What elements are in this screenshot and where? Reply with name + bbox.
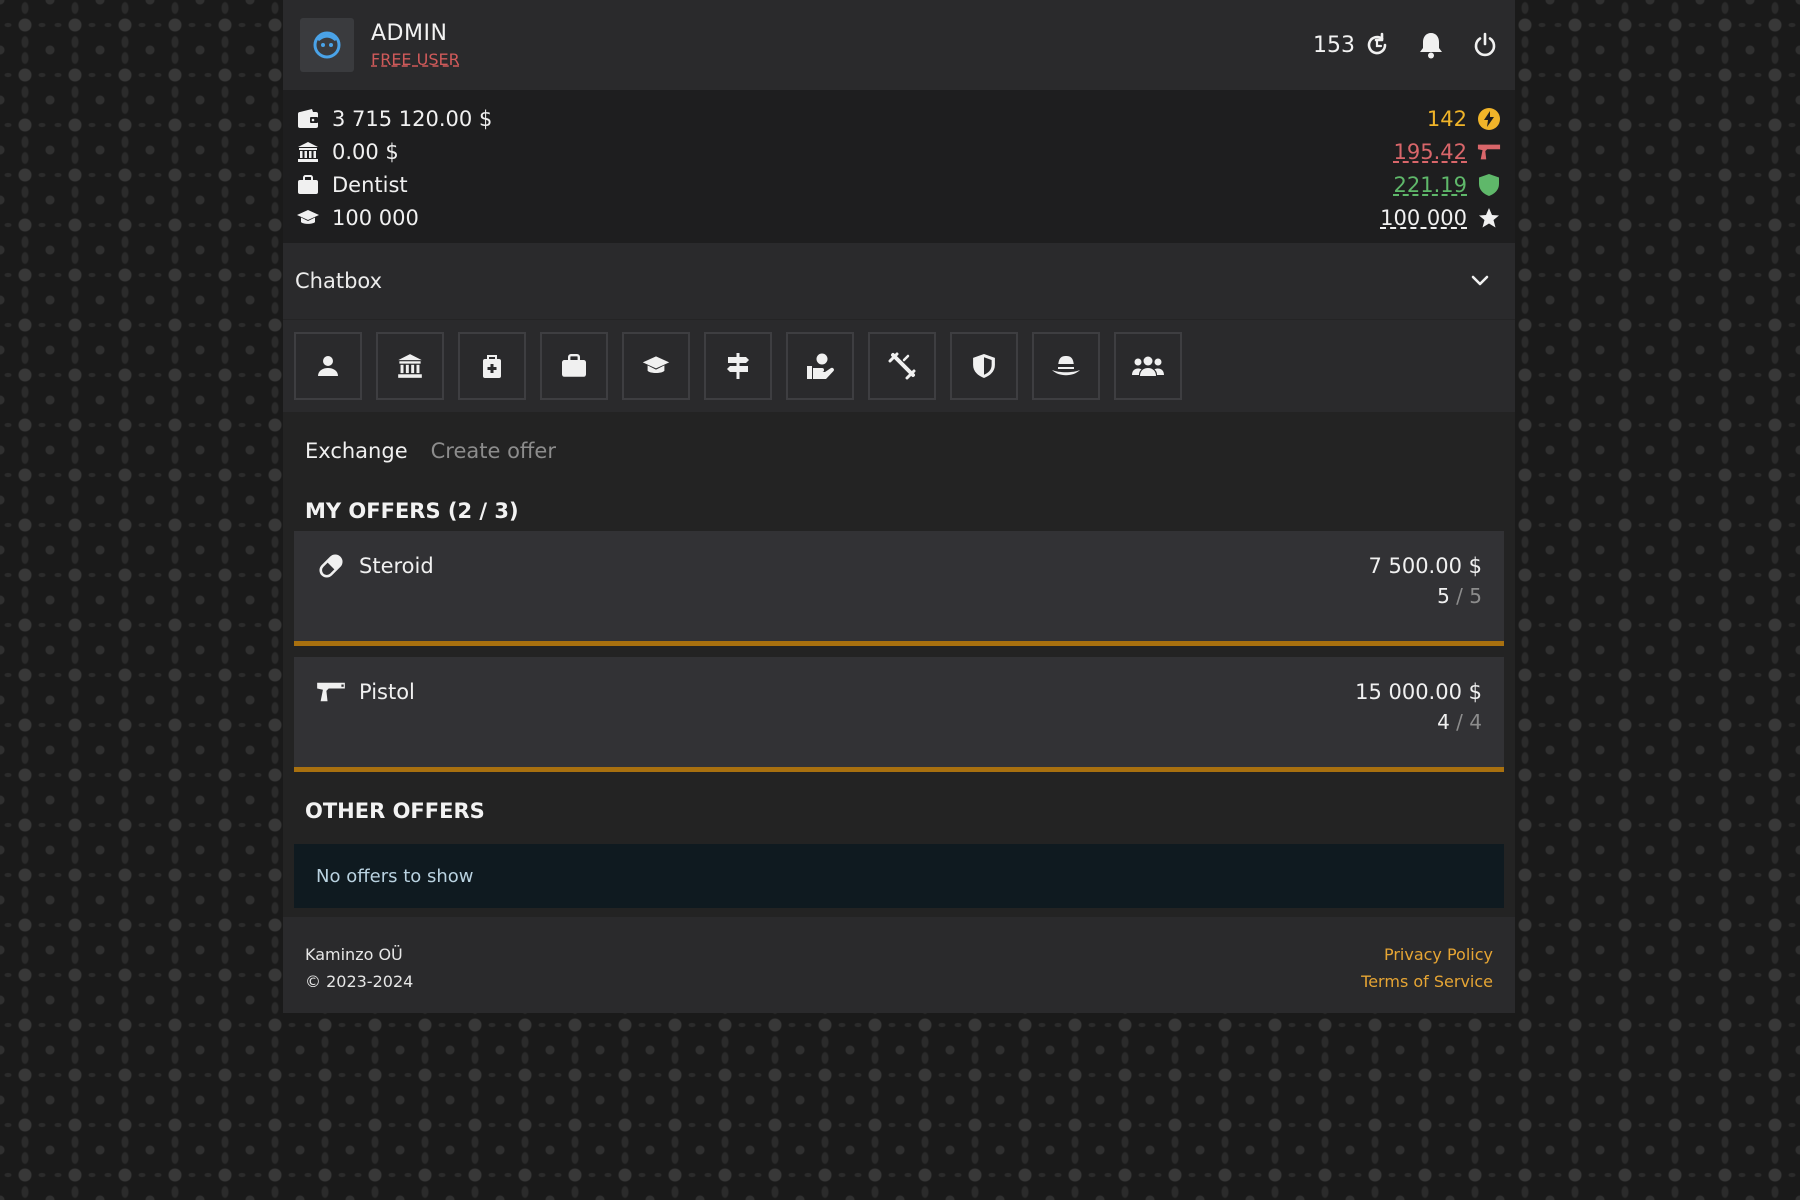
quantity-remaining: 5: [1437, 584, 1450, 608]
shield-icon: [1477, 173, 1501, 197]
lightning-icon: [1477, 107, 1501, 131]
offer-name: Pistol: [359, 680, 415, 704]
bank-amount: 0.00 $: [332, 139, 399, 164]
offer-item: Steroid: [316, 551, 434, 641]
bank-icon: [296, 140, 320, 164]
offer-details: 7 500.00 $ 5 / 5: [1368, 551, 1482, 641]
offer-row[interactable]: Pistol 15 000.00 $ 4 / 4: [294, 657, 1504, 772]
refresh-icon[interactable]: [1363, 31, 1391, 59]
quantity-remaining: 4: [1437, 710, 1450, 734]
tab-create-offer[interactable]: Create offer: [431, 439, 556, 463]
nav-gym-button[interactable]: [868, 332, 936, 400]
terms-of-service-link[interactable]: Terms of Service: [1361, 972, 1493, 991]
topbar-actions: 153: [1313, 31, 1499, 59]
stats-left: 3 715 120.00 $ 0.00 $ Dentist 100 000: [296, 102, 492, 243]
quantity-separator: /: [1456, 710, 1463, 734]
offer-row[interactable]: Steroid 7 500.00 $ 5 / 5: [294, 531, 1504, 646]
bank-icon: [398, 354, 422, 378]
nav-defense-button[interactable]: [950, 332, 1018, 400]
top-bar: ADMIN FREE USER 153: [283, 0, 1515, 90]
hat-icon: [1052, 356, 1080, 376]
wallet-icon: [296, 107, 320, 131]
offer-name: Steroid: [359, 554, 434, 578]
briefcase-icon: [562, 354, 586, 377]
exchange-content: Exchange Create offer MY OFFERS (2 / 3) …: [283, 412, 1515, 908]
stat-cash: 3 715 120.00 $: [296, 102, 492, 135]
copyright: © 2023-2024: [305, 972, 414, 991]
pistol-icon: [1477, 140, 1501, 164]
chevron-down-icon[interactable]: [1470, 271, 1490, 291]
chatbox-toggle[interactable]: Chatbox: [283, 243, 1515, 319]
star-icon: [1477, 206, 1501, 230]
user-role-badge[interactable]: FREE USER: [371, 50, 460, 69]
graduation-cap-icon: [642, 356, 670, 374]
nav-hospital-button[interactable]: [458, 332, 526, 400]
face-icon: [313, 31, 341, 59]
nav-travel-button[interactable]: [704, 332, 772, 400]
offer-quantity: 4 / 4: [1355, 710, 1482, 734]
stat-attack: 195.42: [1380, 135, 1501, 168]
quantity-total: 5: [1469, 584, 1482, 608]
quantity-separator: /: [1456, 584, 1463, 608]
signpost-icon: [727, 353, 749, 379]
nav-education-button[interactable]: [622, 332, 690, 400]
app-window: ADMIN FREE USER 153 3 715 120.00 $ 0.00 …: [283, 0, 1515, 1013]
job-title: Dentist: [332, 172, 408, 197]
privacy-policy-link[interactable]: Privacy Policy: [1384, 945, 1493, 964]
user-icon: [318, 356, 338, 376]
nav-market-button[interactable]: [786, 332, 854, 400]
nav-profile-button[interactable]: [294, 332, 362, 400]
footer-company: Kaminzo OÜ © 2023-2024: [305, 941, 413, 1013]
shield-halved-icon: [973, 354, 995, 378]
stat-energy: 142: [1380, 102, 1501, 135]
tab-exchange[interactable]: Exchange: [305, 439, 408, 463]
footer: Kaminzo OÜ © 2023-2024 Privacy Policy Te…: [283, 917, 1515, 1013]
cash-amount: 3 715 120.00 $: [332, 106, 493, 131]
power-icon[interactable]: [1471, 31, 1499, 59]
nav-crime-button[interactable]: [1032, 332, 1100, 400]
syringe-icon: [888, 352, 916, 380]
offer-quantity: 5 / 5: [1368, 584, 1482, 608]
hand-holding-icon: [807, 353, 834, 379]
offer-details: 15 000.00 $ 4 / 4: [1355, 677, 1482, 767]
stats-right: 142 195.42 221.19 100 000: [1380, 102, 1501, 243]
medkit-icon: [483, 355, 501, 378]
offer-item: Pistol: [316, 677, 415, 767]
pill-icon: [316, 551, 346, 581]
quantity-total: 4: [1469, 710, 1482, 734]
attack-value: 195.42: [1393, 139, 1467, 164]
users-icon: [1132, 356, 1164, 376]
refresh-counter: 153: [1313, 32, 1355, 58]
stat-job: Dentist: [296, 168, 492, 201]
user-info: ADMIN FREE USER: [371, 21, 460, 69]
energy-value: 142: [1426, 106, 1467, 131]
nav-job-button[interactable]: [540, 332, 608, 400]
stats-panel: 3 715 120.00 $ 0.00 $ Dentist 100 000 14…: [283, 90, 1515, 243]
bell-icon[interactable]: [1417, 31, 1445, 59]
empty-offers-message: No offers to show: [294, 844, 1504, 908]
nav-bank-button[interactable]: [376, 332, 444, 400]
briefcase-icon: [296, 173, 320, 197]
graduation-cap-icon: [296, 206, 320, 230]
offer-price: 7 500.00 $: [1368, 554, 1482, 578]
stat-experience: 100 000: [1380, 201, 1501, 234]
defense-value: 221.19: [1393, 172, 1467, 197]
education-value: 100 000: [332, 205, 419, 230]
avatar[interactable]: [300, 18, 354, 72]
stat-defense: 221.19: [1380, 168, 1501, 201]
experience-value: 100 000: [1380, 205, 1467, 230]
nav-toolbar: [283, 319, 1515, 412]
chatbox-label: Chatbox: [295, 269, 383, 293]
pistol-icon: [316, 677, 346, 707]
stat-bank: 0.00 $: [296, 135, 492, 168]
offer-price: 15 000.00 $: [1355, 680, 1482, 704]
footer-links: Privacy Policy Terms of Service: [1361, 941, 1493, 1013]
username: ADMIN: [371, 21, 448, 46]
my-offers-title: MY OFFERS (2 / 3): [305, 498, 519, 523]
nav-gang-button[interactable]: [1114, 332, 1182, 400]
other-offers-title: OTHER OFFERS: [305, 799, 485, 823]
company-name: Kaminzo OÜ: [305, 945, 403, 964]
exchange-tabs: Exchange Create offer: [294, 412, 1504, 490]
stat-education: 100 000: [296, 201, 492, 234]
